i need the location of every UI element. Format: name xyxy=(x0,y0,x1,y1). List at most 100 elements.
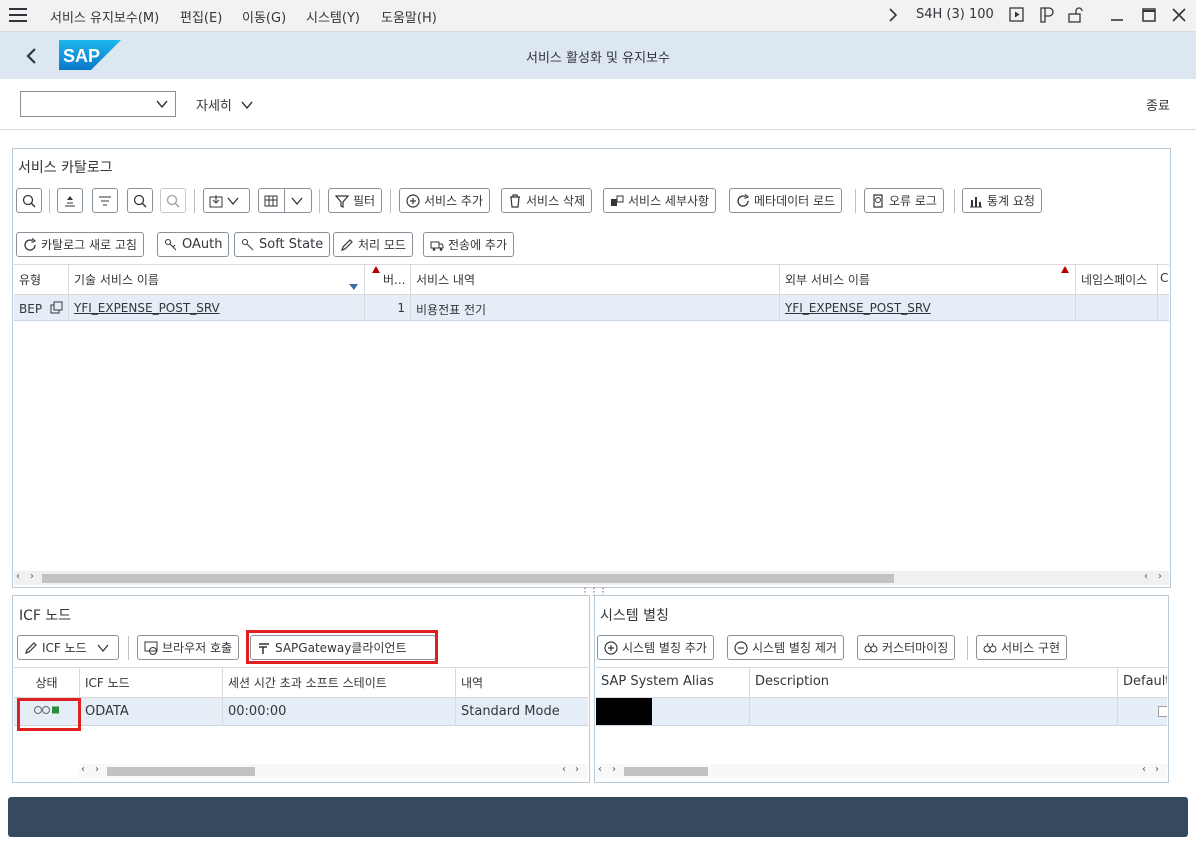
processing-mode-button[interactable]: 처리 모드 xyxy=(333,232,413,257)
remove-alias-button[interactable]: 시스템 별칭 제거 xyxy=(727,635,844,660)
layout-menu-button[interactable] xyxy=(258,188,312,213)
refresh-catalog-button[interactable]: 카탈로그 새로 고침 xyxy=(16,232,144,257)
unlock-icon[interactable] xyxy=(1066,6,1084,24)
icf-node-menu-button[interactable]: ICF 노드 xyxy=(17,635,119,660)
service-catalog-title: 서비스 카탈로그 xyxy=(18,160,113,176)
zoom-in-button[interactable] xyxy=(16,188,42,213)
col-c[interactable]: C xyxy=(1158,265,1169,294)
delete-service-button[interactable]: 서비스 삭제 xyxy=(501,188,593,213)
cell-external-name[interactable]: YFI_EXPENSE_POST_SRV xyxy=(780,295,1076,320)
cell-c xyxy=(1158,295,1169,320)
menu-edit[interactable]: 편집(E) xyxy=(180,7,222,26)
service-impl-button[interactable]: 서비스 구현 xyxy=(976,635,1068,660)
col-namespace[interactable]: 네임스페이스 xyxy=(1076,265,1158,294)
sort-ascending-button[interactable] xyxy=(57,188,83,213)
scroll-left-icon[interactable]: ‹ xyxy=(598,764,602,775)
error-log-button[interactable]: 오류 로그 xyxy=(864,188,944,213)
menu-system[interactable]: 시스템(Y) xyxy=(306,7,360,26)
refresh-catalog-label: 카탈로그 새로 고침 xyxy=(41,238,137,252)
chevron-down-icon xyxy=(97,644,109,652)
load-metadata-button[interactable]: 메타데이터 로드 xyxy=(729,188,843,213)
cell-version: 1 xyxy=(365,295,411,320)
scroll-right-icon[interactable]: › xyxy=(30,571,34,582)
export-menu-button[interactable] xyxy=(203,188,250,213)
error-log-label: 오류 로그 xyxy=(889,194,937,208)
icf-horizontal-scrollbar[interactable]: ‹ › ‹ › xyxy=(79,764,587,778)
scroll-right-icon[interactable]: › xyxy=(612,764,616,775)
col-external-name[interactable]: 외부 서비스 이름 xyxy=(780,265,1076,294)
find-button[interactable] xyxy=(127,188,153,213)
scroll-thumb[interactable] xyxy=(107,767,255,776)
scroll-right-icon[interactable]: › xyxy=(575,764,579,775)
col-icf-description[interactable]: 내역 xyxy=(456,668,588,697)
column-filter-icon[interactable] xyxy=(349,282,359,296)
minimize-icon[interactable] xyxy=(1108,6,1126,24)
scroll-left-icon[interactable]: ‹ xyxy=(562,764,566,775)
scroll-left-icon[interactable]: ‹ xyxy=(16,571,20,582)
chevron-down-icon[interactable] xyxy=(155,97,169,114)
table-row[interactable]: BEP YFI_EXPENSE_POST_SRV 1 비용전표 전기 YFI_E… xyxy=(14,295,1169,321)
maximize-icon[interactable] xyxy=(1140,6,1158,24)
col-default[interactable]: Default xyxy=(1118,668,1167,697)
stats-request-button[interactable]: 통계 요청 xyxy=(962,188,1042,213)
col-status[interactable]: 상태 xyxy=(14,668,80,697)
scroll-right-icon[interactable]: › xyxy=(95,764,99,775)
filter-button[interactable]: 필터 xyxy=(328,188,383,213)
col-session-timeout[interactable]: 세션 시간 초과 소프트 스테이트 xyxy=(223,668,456,697)
add-alias-button[interactable]: 시스템 별칭 추가 xyxy=(597,635,714,660)
processing-mode-label: 처리 모드 xyxy=(358,238,406,252)
sort-indicator-icon xyxy=(372,266,380,273)
scroll-left-icon[interactable]: ‹ xyxy=(1144,571,1148,582)
find-next-button[interactable] xyxy=(160,188,186,213)
table-row[interactable]: ODATA 00:00:00 Standard Mode xyxy=(14,698,588,726)
scroll-right-icon[interactable]: › xyxy=(1155,764,1159,775)
col-description[interactable]: 서비스 내역 xyxy=(411,265,780,294)
scroll-right-icon[interactable]: › xyxy=(1158,571,1162,582)
scroll-left-icon[interactable]: ‹ xyxy=(81,764,85,775)
scroll-thumb[interactable] xyxy=(42,574,894,583)
layout-icon[interactable] xyxy=(1038,6,1056,24)
catalog-table-header: 유형 기술 서비스 이름 버... 서비스 내역 외부 서비스 이름 네임스페이… xyxy=(14,264,1169,295)
scroll-thumb[interactable] xyxy=(624,767,708,776)
service-impl-label: 서비스 구현 xyxy=(1001,641,1061,655)
search-plus-icon xyxy=(166,194,180,208)
service-details-button[interactable]: 서비스 세부사항 xyxy=(603,188,717,213)
cell-type-value: BEP xyxy=(19,302,43,316)
menu-service-maintenance[interactable]: 서비스 유지보수(M) xyxy=(50,7,159,26)
chevron-right-icon[interactable] xyxy=(884,6,902,24)
command-field[interactable] xyxy=(20,91,176,117)
app-toolbar xyxy=(0,80,1196,130)
globe-icon xyxy=(144,641,158,655)
icf-node-label: ICF 노드 xyxy=(42,641,87,655)
menu-help[interactable]: 도움말(H) xyxy=(381,7,437,26)
close-icon[interactable] xyxy=(1170,6,1188,24)
bar-chart-icon xyxy=(970,196,982,207)
menu-goto[interactable]: 이동(G) xyxy=(242,7,286,26)
status-bar xyxy=(8,797,1188,837)
remove-circle-icon xyxy=(734,640,748,655)
table-row[interactable] xyxy=(596,698,1167,726)
col-type[interactable]: 유형 xyxy=(14,265,69,294)
browser-call-button[interactable]: 브라우저 호출 xyxy=(137,635,240,660)
soft-state-button[interactable]: Soft State xyxy=(234,232,331,257)
cell-tech-name[interactable]: YFI_EXPENSE_POST_SRV xyxy=(69,295,365,320)
col-icf-node[interactable]: ICF 노드 xyxy=(80,668,223,697)
add-service-button[interactable]: 서비스 추가 xyxy=(399,188,491,213)
col-sap-system-alias[interactable]: SAP System Alias xyxy=(596,668,750,697)
scroll-left-icon[interactable]: ‹ xyxy=(1142,764,1146,775)
add-to-transport-button[interactable]: 전송에 추가 xyxy=(423,232,515,257)
alias-horizontal-scrollbar[interactable]: ‹ › ‹ › xyxy=(596,764,1167,778)
hamburger-menu-icon[interactable] xyxy=(9,8,27,23)
col-alias-description[interactable]: Description xyxy=(750,668,1118,697)
col-tech-name[interactable]: 기술 서비스 이름 xyxy=(69,265,365,294)
filter-icon xyxy=(335,194,349,208)
pencil-icon xyxy=(25,641,37,654)
exit-button[interactable]: 종료 xyxy=(1146,95,1170,114)
filter-lines-button[interactable] xyxy=(92,188,118,213)
search-icon xyxy=(133,194,147,208)
play-icon[interactable] xyxy=(1008,6,1026,24)
customizing-button[interactable]: 커스터마이징 xyxy=(857,635,956,660)
oauth-button[interactable]: OAuth xyxy=(157,232,230,257)
catalog-horizontal-scrollbar[interactable]: ‹ › ‹ › xyxy=(14,571,1169,585)
more-button[interactable]: 자세히 xyxy=(196,95,254,114)
